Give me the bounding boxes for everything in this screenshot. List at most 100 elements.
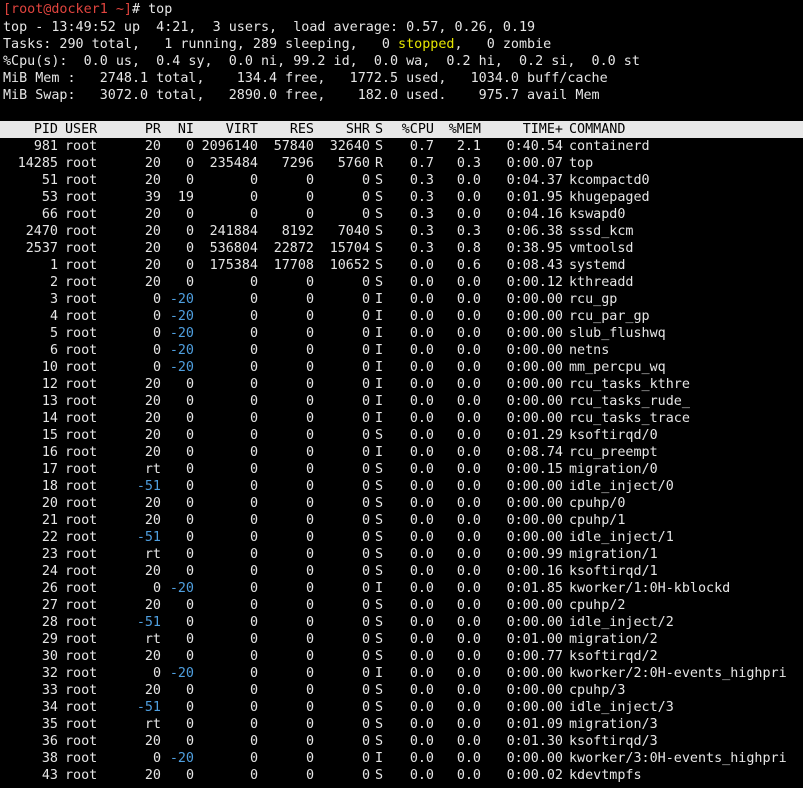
process-row[interactable]: 36 root 20 0 0 0 0 S 0.0 0.0 0:01.30 ksoftirqd/3 [0, 733, 803, 750]
process-pr: rt [144, 547, 161, 562]
process-state: S [375, 275, 384, 290]
process-shr: 0 [361, 547, 370, 562]
process-row[interactable]: 21 root 20 0 0 0 0 S 0.0 0.0 0:00.00 cpuhp/1 [0, 512, 803, 529]
process-row[interactable]: 26 root 0 -20 0 0 0 I 0.0 0.0 0:01.85 kworker/1:0H-… [0, 580, 803, 597]
process-state: I [375, 309, 384, 324]
process-row[interactable]: 33 root 20 0 0 0 0 S 0.0 0.0 0:00.00 cpuhp/3 [0, 682, 803, 699]
process-row[interactable]: 24 root 20 0 0 0 0 S 0.0 0.0 0:00.16 ksoftirqd/1 [0, 563, 803, 580]
process-row[interactable]: 66 root 20 0 0 0 0 S 0.3 0.0 0:04.16 kswapd0 [0, 206, 803, 223]
process-row[interactable]: 15 root 20 0 0 0 0 S 0.0 0.0 0:01.29 ksoftirqd/0 [0, 427, 803, 444]
col-command[interactable]: COMMAND [569, 121, 803, 138]
process-row[interactable]: 12 root 20 0 0 0 0 I 0.0 0.0 0:00.00 rcu_tasks_kthr… [0, 376, 803, 393]
process-ni: 0 [185, 207, 194, 222]
process-pr: 20 [144, 496, 161, 511]
process-pr: 20 [144, 394, 161, 409]
process-virt: 241884 [209, 224, 258, 239]
process-row[interactable]: 29 root rt 0 0 0 0 S 0.0 0.0 0:01.00 migration/2 [0, 631, 803, 648]
col-virt[interactable]: VIRT [194, 121, 258, 138]
process-mem: 0.0 [456, 547, 481, 562]
process-row[interactable]: 6 root 0 -20 0 0 0 I 0.0 0.0 0:00.00 netns [0, 342, 803, 359]
process-shr: 7040 [337, 224, 370, 239]
process-row[interactable]: 17 root rt 0 0 0 0 S 0.0 0.0 0:00.15 migration/0 [0, 461, 803, 478]
process-row[interactable]: 14285 root 20 0 235484 7296 5760 R 0.7 0.3 0:00.07… [0, 155, 803, 172]
process-row[interactable]: 20 root 20 0 0 0 0 S 0.0 0.0 0:00.00 cpuhp/0 [0, 495, 803, 512]
process-pid: 30 [41, 649, 58, 664]
process-ni: 0 [185, 632, 194, 647]
process-row[interactable]: 981 root 20 0 2096140 57840 32640 S 0.7 2.1 0:40.5… [0, 138, 803, 155]
col-state[interactable]: S [375, 121, 389, 138]
process-ni: 0 [185, 428, 194, 443]
process-row[interactable]: 4 root 0 -20 0 0 0 I 0.0 0.0 0:00.00 rcu_par_gp [0, 308, 803, 325]
process-row[interactable]: 5 root 0 -20 0 0 0 I 0.0 0.0 0:00.00 slub_flushwq [0, 325, 803, 342]
process-row[interactable]: 30 root 20 0 0 0 0 S 0.0 0.0 0:00.77 ksoftirqd/2 [0, 648, 803, 665]
process-time: 0:00.77 [506, 649, 563, 664]
process-ni: 0 [185, 377, 194, 392]
process-pr: rt [144, 462, 161, 477]
process-time: 0:00.00 [506, 479, 563, 494]
process-pid: 29 [41, 632, 58, 647]
process-time: 0:00.00 [506, 683, 563, 698]
process-row[interactable]: 34 root -51 0 0 0 0 S 0.0 0.0 0:00.00 idle_inject/3 [0, 699, 803, 716]
col-shr[interactable]: SHR [314, 121, 370, 138]
process-ni: 0 [185, 479, 194, 494]
process-res: 0 [305, 717, 314, 732]
process-cpu: 0.0 [409, 734, 434, 749]
process-row[interactable]: 23 root rt 0 0 0 0 S 0.0 0.0 0:00.99 migration/1 [0, 546, 803, 563]
process-row[interactable]: 27 root 20 0 0 0 0 S 0.0 0.0 0:00.00 cpuhp/2 [0, 597, 803, 614]
process-row[interactable]: 38 root 0 -20 0 0 0 I 0.0 0.0 0:00.00 kworker/3:0H-… [0, 750, 803, 767]
col-pid[interactable]: PID [0, 121, 58, 138]
process-ni: 0 [185, 156, 194, 171]
col-pr[interactable]: PR [125, 121, 161, 138]
process-time: 0:00.15 [506, 462, 563, 477]
process-row[interactable]: 18 root -51 0 0 0 0 S 0.0 0.0 0:00.00 idle_inject/0 [0, 478, 803, 495]
process-ni: 19 [177, 190, 194, 205]
process-res: 0 [305, 496, 314, 511]
process-cpu: 0.0 [409, 513, 434, 528]
process-time: 0:08.43 [506, 258, 563, 273]
process-row[interactable]: 10 root 0 -20 0 0 0 I 0.0 0.0 0:00.00 mm_percpu_wq [0, 359, 803, 376]
process-pr: 20 [144, 258, 161, 273]
process-row[interactable]: 2470 root 20 0 241884 8192 7040 S 0.3 0.3 0:06.38 s… [0, 223, 803, 240]
col-ni[interactable]: NI [161, 121, 194, 138]
process-res: 0 [305, 275, 314, 290]
process-row[interactable]: 1 root 20 0 175384 17708 10652 S 0.0 0.6 0:08.43 sy… [0, 257, 803, 274]
process-state: S [375, 547, 384, 562]
process-row[interactable]: 53 root 39 19 0 0 0 S 0.3 0.0 0:01.95 khugepaged [0, 189, 803, 206]
process-row[interactable]: 13 root 20 0 0 0 0 I 0.0 0.0 0:00.00 rcu_tasks_rude… [0, 393, 803, 410]
process-virt: 0 [249, 513, 258, 528]
process-virt: 0 [249, 360, 258, 375]
col-mem[interactable]: %MEM [434, 121, 481, 138]
process-command: cpuhp/0 [569, 496, 626, 511]
process-row[interactable]: 14 root 20 0 0 0 0 I 0.0 0.0 0:00.00 rcu_tasks_trac… [0, 410, 803, 427]
process-mem: 0.0 [456, 496, 481, 511]
process-user: root [65, 360, 98, 375]
process-row[interactable]: 43 root 20 0 0 0 0 S 0.0 0.0 0:00.02 kdevtmpfs [0, 767, 803, 784]
process-row[interactable]: 2537 root 20 0 536804 22872 15704 S 0.3 0.8 0:38.9… [0, 240, 803, 257]
process-pid: 4 [49, 309, 58, 324]
process-row[interactable]: 32 root 0 -20 0 0 0 I 0.0 0.0 0:00.00 kworker/2:0H-… [0, 665, 803, 682]
process-user: root [65, 751, 98, 766]
col-cpu[interactable]: %CPU [389, 121, 434, 138]
process-row[interactable]: 2 root 20 0 0 0 0 S 0.0 0.0 0:00.12 kthreadd [0, 274, 803, 291]
process-row[interactable]: 35 root rt 0 0 0 0 S 0.0 0.0 0:01.09 migration/3 [0, 716, 803, 733]
tasks-stopped-label: stopped [398, 37, 455, 52]
process-pid: 3 [49, 292, 58, 307]
process-time: 0:00.00 [506, 326, 563, 341]
process-mem: 0.0 [456, 343, 481, 358]
process-pr: 20 [144, 207, 161, 222]
col-res[interactable]: RES [258, 121, 314, 138]
process-row[interactable]: 22 root -51 0 0 0 0 S 0.0 0.0 0:00.00 idle_inject/1 [0, 529, 803, 546]
process-cpu: 0.3 [409, 190, 434, 205]
process-user: root [65, 479, 98, 494]
col-user[interactable]: USER [65, 121, 125, 138]
col-time[interactable]: TIME+ [481, 121, 563, 138]
process-virt: 0 [249, 496, 258, 511]
process-row[interactable]: 51 root 20 0 0 0 0 S 0.3 0.0 0:04.37 kcompactd0 [0, 172, 803, 189]
process-row[interactable]: 28 root -51 0 0 0 0 S 0.0 0.0 0:00.00 idle_inject/2 [0, 614, 803, 631]
process-pid: 20 [41, 496, 58, 511]
process-time: 0:00.00 [506, 666, 563, 681]
process-pid: 18 [41, 479, 58, 494]
process-row[interactable]: 3 root 0 -20 0 0 0 I 0.0 0.0 0:00.00 rcu_gp [0, 291, 803, 308]
terminal-window[interactable]: [root@docker1 ~]# top top - 13:49:52 up … [0, 0, 803, 788]
process-row[interactable]: 16 root 20 0 0 0 0 I 0.0 0.0 0:08.74 rcu_preempt [0, 444, 803, 461]
